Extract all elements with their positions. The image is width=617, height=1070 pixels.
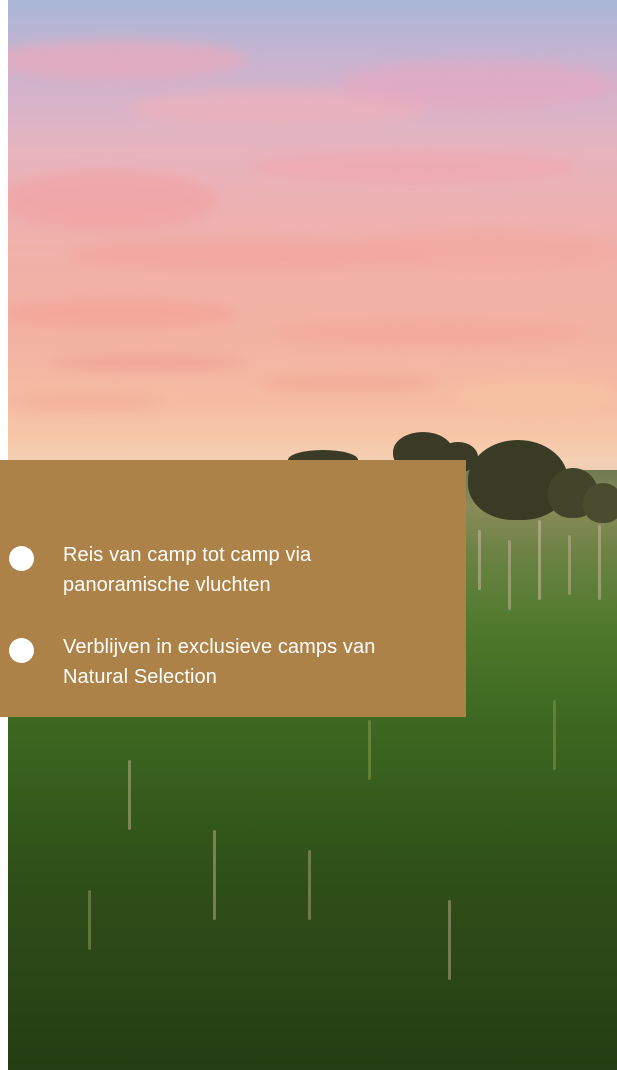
feature-text: Reis van camp tot camp via panoramische … <box>63 540 453 600</box>
cloud <box>268 320 588 346</box>
grass-streak <box>368 720 371 780</box>
cloud <box>48 355 248 371</box>
cloud <box>458 380 617 410</box>
list-item: Verblijven in exclusieve camps van Natur… <box>0 632 466 724</box>
grass-streak <box>508 540 511 610</box>
grass-streak <box>88 890 91 950</box>
cloud <box>8 40 248 80</box>
feature-text-line: Verblijven in exclusieve camps van <box>63 636 376 658</box>
grass-streak <box>568 535 571 595</box>
cloud <box>8 300 238 328</box>
grass-streak <box>308 850 311 920</box>
feature-text-line: Natural Selection <box>63 666 218 688</box>
list-item: Reis van camp tot camp via panoramische … <box>0 540 466 632</box>
cloud <box>8 395 168 409</box>
bullet-circle-icon <box>9 638 34 663</box>
feature-text-line: Reis van camp tot camp via <box>63 544 312 566</box>
grass-streak <box>128 760 131 830</box>
cloud <box>338 60 617 110</box>
tree <box>583 483 617 523</box>
grass-streak <box>213 830 216 920</box>
feature-text: Verblijven in exclusieve camps van Natur… <box>63 632 453 692</box>
grass-streak <box>553 700 556 770</box>
cloud <box>258 375 438 391</box>
grass-streak <box>448 900 451 980</box>
feature-list: Reis van camp tot camp via panoramische … <box>0 540 466 724</box>
feature-card: Reis van camp tot camp via panoramische … <box>0 460 466 717</box>
cloud <box>248 150 578 184</box>
grass-streak <box>478 530 481 590</box>
feature-text-line: panoramische vluchten <box>63 574 271 596</box>
cloud <box>358 230 617 270</box>
page: Reis van camp tot camp via panoramische … <box>0 0 617 1070</box>
bullet-circle-icon <box>9 546 34 571</box>
cloud <box>8 170 218 230</box>
